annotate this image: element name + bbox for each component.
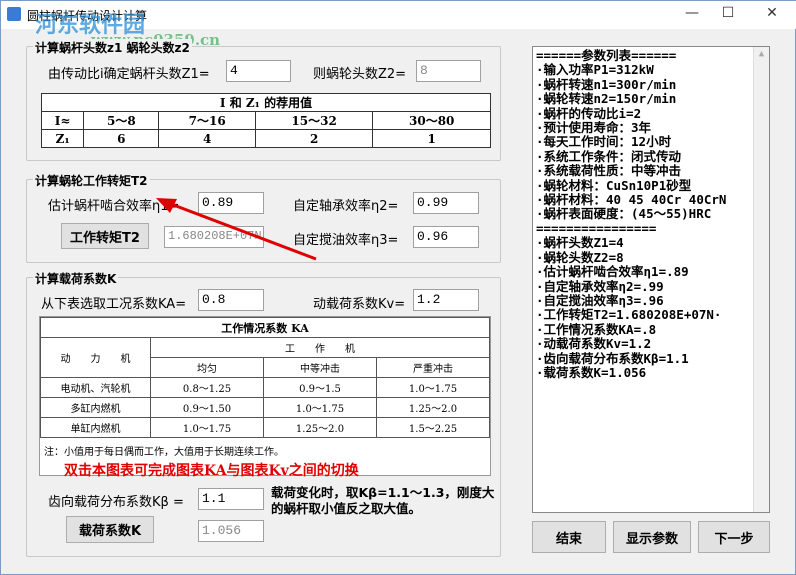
k-output: 1.056: [198, 520, 264, 542]
table-cell: I≈: [40, 111, 85, 130]
param-list-item: ·动载荷系数Kv=1.2: [536, 336, 652, 352]
table-cell: 0.9～1.50: [150, 397, 264, 418]
param-list-item: ·工作转矩T2=1.680208E+07N·: [536, 307, 722, 323]
param-list-item: ·蜗轮转速n2=150r/min: [536, 91, 677, 107]
table-cell: 严重冲击: [376, 357, 490, 378]
param-list-item: ======参数列表======: [536, 48, 677, 63]
param-list-item: ·自定轴承效率η2=.99: [536, 278, 664, 294]
kb-input[interactable]: 1.1: [198, 488, 264, 510]
table-cell: 1.25～2.0: [376, 397, 490, 418]
z1-recommend-table: I 和 Z₁ 的荐用值 I≈ 5～8 7～16 15～32 30～80 Z₁ 6 4 2 1: [40, 93, 491, 148]
table-cell: 1: [372, 129, 491, 148]
param-list-item: ================: [536, 220, 657, 236]
param-list-item: ·系统载荷性质：中等冲击: [536, 163, 682, 179]
param-list-item: ·蜗杆材料：40 45 40Cr 40CrN: [536, 192, 727, 208]
table-cell: 15～32: [254, 111, 374, 130]
table-cell: 动 力 机: [40, 337, 151, 378]
parameter-list[interactable]: ======参数列表====== ·输入功率P1=312kW ·蜗杆转速n1=300…: [532, 46, 770, 513]
param-list-item: ·蜗杆头数Z1=4: [536, 235, 624, 251]
table-cell: 4: [158, 129, 256, 148]
kb-label: 齿向载荷分布系数Kβ =: [48, 495, 184, 510]
param-list-item: ·每天工作时间：12小时: [536, 134, 672, 150]
table-cell: Z₁: [40, 129, 85, 148]
kv-label: 动载荷系数Kv=: [313, 297, 406, 312]
table-cell: 中等冲击: [263, 357, 377, 378]
z1-label: 由传动比i确定蜗杆头数Z1=: [48, 67, 210, 82]
maximize-button[interactable]: ☐: [713, 5, 743, 25]
kv-input[interactable]: 1.2: [413, 289, 479, 311]
kb-note: 载荷变化时，取Kβ=1.1～1.3，刚度大的蜗杆取小值反之取大值。: [271, 485, 495, 516]
next-step-button[interactable]: 下一步: [698, 521, 770, 553]
table-cell: 0.8～1.25: [150, 377, 264, 398]
param-list-item: ·自定搅油效率η3=.96: [536, 292, 664, 308]
table-cell: 均匀: [150, 357, 264, 378]
table-cell: 多缸内燃机: [40, 397, 151, 418]
param-list-item: ·齿向载荷分布系数Kβ=1.1: [536, 350, 689, 366]
z2-input: 8: [416, 60, 481, 82]
table-cell: 电动机、汽轮机: [40, 377, 151, 398]
table-cell: 5～8: [83, 111, 160, 130]
table-cell: 单缸内燃机: [40, 417, 151, 438]
param-list-item: ·预计使用寿命：3年: [536, 120, 652, 136]
table-cell: 1.5～2.25: [376, 417, 490, 438]
torque-button[interactable]: 工作转矩T2: [61, 223, 149, 249]
param-list-item: ·蜗轮头数Z2=8: [536, 249, 624, 265]
ka-table-title: 工作情况系数 KA: [40, 317, 490, 338]
minimize-button[interactable]: —: [677, 5, 707, 25]
red-arrow-annotation: [156, 198, 317, 261]
table-cell: 7～16: [158, 111, 256, 130]
table-cell: 工 作 机: [150, 337, 490, 358]
end-button[interactable]: 结束: [532, 521, 606, 553]
table-cell: 1.0～1.75: [150, 417, 264, 438]
table-cell: 1.0～1.75: [376, 377, 490, 398]
ka-table-note: 注：小值用于每日偶而工作，大值用于长期连续工作。: [44, 447, 284, 458]
group-torque-title: 计算蜗轮工作转矩T2: [33, 172, 150, 189]
param-list-item: ·蜗杆转速n1=300r/min: [536, 76, 677, 92]
ka-label: 从下表选取工况系数KA=: [41, 297, 187, 312]
param-list-item: ·蜗轮材料：CuSn10P1砂型: [536, 177, 692, 193]
param-list-item: ·输入功率P1=312kW: [536, 62, 654, 78]
show-params-button[interactable]: 显示参数: [613, 521, 691, 553]
table-cell: 1.0～1.75: [263, 397, 377, 418]
scrollbar[interactable]: ▲: [753, 47, 769, 512]
param-list-item: ·估计蜗杆啮合效率η1=.89: [536, 264, 689, 280]
app-icon: [7, 7, 21, 21]
ka-input[interactable]: 0.8: [198, 289, 264, 311]
param-list-item: ·蜗杆表面硬度：(45～55)HRC: [536, 206, 712, 222]
z1-table-title: I 和 Z₁ 的荐用值: [41, 93, 491, 112]
param-list-item: ·载荷系数K=1.056: [536, 364, 647, 380]
table-cell: 0.9～1.5: [263, 377, 377, 398]
z2-label: 则蜗轮头数Z2=: [313, 67, 407, 82]
eta2-input[interactable]: 0.99: [413, 192, 479, 214]
table-cell: 2: [254, 129, 374, 148]
table-cell: 30～80: [372, 111, 491, 130]
param-list-item: ·系统工作条件：闭式传动: [536, 148, 682, 164]
chart-switch-hint: 双击本图表可完成图表KA与图表Kv之间的切换: [64, 463, 359, 479]
z1-input[interactable]: 4: [226, 60, 291, 82]
param-list-item: ·蜗杆的传动比i=2: [536, 105, 642, 121]
table-cell: 1.25～2.0: [263, 417, 377, 438]
param-list-item: ·工作情况系数KA=.8: [536, 321, 657, 337]
group-load-factor-title: 计算载荷系数K: [33, 270, 119, 287]
table-cell: 6: [83, 129, 160, 148]
eta3-input[interactable]: 0.96: [413, 226, 479, 248]
load-factor-button[interactable]: 载荷系数K: [66, 516, 154, 543]
group-z1-z2-title: 计算蜗杆头数z1 蜗轮头数z2: [33, 39, 192, 56]
ka-chart-image[interactable]: 工作情况系数 KA 动 力 机工 作 机 均匀 中等冲击 严重冲击 电动机、汽轮机 0…: [39, 316, 491, 479]
close-button[interactable]: ✕: [757, 5, 787, 25]
